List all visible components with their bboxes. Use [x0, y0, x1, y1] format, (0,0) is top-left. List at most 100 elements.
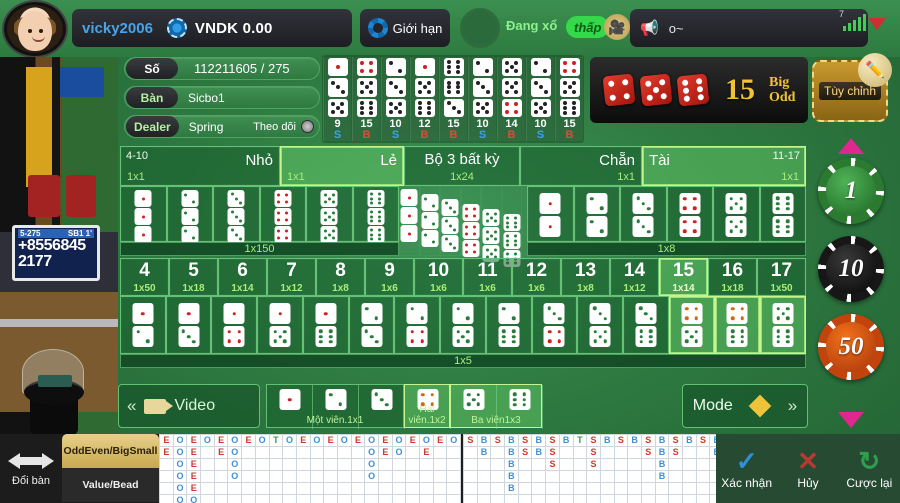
user-balance-pill[interactable]: vicky2006 VNDK 0.00	[72, 9, 352, 47]
bet-pair-2-6[interactable]	[485, 296, 532, 354]
single-dice-bet-groups[interactable]: Một viên.1x1 Hai viên.1x2 Ba viên1x3	[266, 384, 678, 429]
bet-pair-4-5[interactable]	[668, 296, 715, 354]
video-camera-icon	[144, 398, 174, 414]
history-column[interactable]: 14 B	[497, 57, 525, 141]
bet-total-15[interactable]: 15 1x14	[659, 258, 708, 296]
dice-history-strip[interactable]: 9 S 15 B 10 S 12 B 15 B 10 S 14 B 10 S 15 B	[322, 55, 584, 143]
limit-button[interactable]: Giới hạn	[360, 9, 450, 47]
bet-pair-3-5[interactable]	[577, 296, 624, 354]
bottom-bet-group-3[interactable]: Ba viên1x3	[450, 384, 543, 429]
video-prop-red-right	[66, 175, 96, 217]
avatar[interactable]	[4, 2, 66, 56]
bet-double-6[interactable]	[759, 186, 806, 242]
bet-total-5[interactable]: 5 1x18	[169, 258, 218, 296]
follow-dealer-toggle[interactable]: Theo dõi	[253, 120, 319, 133]
bottom-bet-group-1[interactable]: Một viên.1x1	[266, 384, 405, 429]
bet-cell-Nhỏ[interactable]: 4-10 Nhỏ 1x1	[120, 146, 280, 186]
total-number: 12	[525, 260, 548, 281]
bet-total-7[interactable]: 7 1x12	[267, 258, 316, 296]
bet-double-2[interactable]	[573, 186, 620, 242]
chip-50[interactable]: 50	[818, 314, 884, 380]
history-column[interactable]: 12 B	[410, 57, 438, 141]
bet-triple-5[interactable]	[306, 186, 353, 243]
roadmap-grid-oddeven[interactable]: EOEOEOEOTOEOEOEOEOEOEOEOEEOOEOEOEOOOEOOO…	[159, 434, 462, 503]
bet-double-5[interactable]	[713, 186, 760, 242]
history-column[interactable]: 10 S	[526, 57, 554, 141]
roadmap-cell	[432, 446, 448, 459]
bet-pair-3-6[interactable]	[623, 296, 669, 354]
roadmap-cell	[558, 446, 574, 459]
chip-1[interactable]: 1	[818, 158, 884, 224]
bet-total-14[interactable]: 14 1x12	[610, 258, 659, 296]
live-video-feed[interactable]: 5-275 SB1 1' +8556845 2177	[0, 57, 118, 435]
chip-rail[interactable]: 1 10 50	[806, 136, 896, 428]
chevron-down-icon[interactable]	[868, 18, 886, 30]
bet-total-10[interactable]: 10 1x6	[414, 258, 463, 296]
bet-triple-3[interactable]	[213, 186, 260, 243]
history-column[interactable]: 15 B	[555, 57, 583, 141]
roadmap-cell: E	[419, 446, 434, 459]
bet-pair-3-4[interactable]	[531, 296, 578, 354]
bet-cell-Lẻ[interactable]: Lẻ 1x1	[280, 146, 404, 186]
bet-cell-Tài[interactable]: 11-17 Tài 1x1	[642, 146, 806, 186]
history-column[interactable]: 15 B	[352, 57, 380, 141]
bet-triple-2[interactable]	[166, 186, 213, 243]
confirm-button[interactable]: ✓ Xác nhận	[716, 434, 777, 503]
history-column[interactable]: 10 S	[381, 57, 409, 141]
history-column[interactable]: 9S	[323, 57, 351, 141]
roadmap-cell	[627, 446, 642, 459]
chip-10[interactable]: 10	[818, 236, 884, 302]
bet-double-4[interactable]	[666, 186, 713, 242]
roadmap-tabs[interactable]: OddEven/BigSmall Value/Bead	[62, 434, 159, 503]
bet-total-6[interactable]: 6 1x14	[218, 258, 267, 296]
bet-triple-6[interactable]	[352, 186, 399, 243]
change-table-button[interactable]: Đổi bàn	[0, 434, 62, 503]
roadmap-cell	[668, 482, 683, 495]
history-column[interactable]: 10 S	[468, 57, 496, 141]
roadmap-cell: B	[504, 482, 519, 495]
bet-total-16[interactable]: 16 1x18	[708, 258, 757, 296]
cancel-button[interactable]: ✕ Hủy	[777, 434, 838, 503]
bottom-bet-group-2[interactable]: Hai viên.1x2	[404, 384, 451, 429]
betting-table[interactable]: 4-10 Nhỏ 1x1 Lẻ 1x1 Bộ 3 bất kỳ 1x24 Chẵn 1x1 11-…	[120, 146, 806, 382]
video-toggle-button[interactable]: « Video	[118, 384, 260, 428]
tab-value-bead[interactable]: Value/Bead	[62, 468, 159, 502]
bet-pair-1-3[interactable]	[165, 296, 212, 354]
bet-pair-5-6[interactable]	[760, 296, 806, 354]
bet-pair-2-3[interactable]	[348, 296, 395, 354]
chip-scroll-up-icon[interactable]	[838, 138, 864, 154]
die-face-1	[269, 303, 291, 324]
bet-total-9[interactable]: 9 1x6	[365, 258, 414, 296]
follow-radio-icon[interactable]	[301, 120, 314, 133]
bet-pair-2-4[interactable]	[394, 296, 441, 354]
bet-double-3[interactable]	[620, 186, 667, 242]
rebet-button[interactable]: ↻ Cược lại	[839, 434, 900, 503]
bet-total-12[interactable]: 12 1x6	[512, 258, 561, 296]
change-table-label: Đổi bàn	[12, 475, 50, 487]
bet-pair-1-6[interactable]	[302, 296, 349, 354]
bet-total-4[interactable]: 4 1x50	[120, 258, 169, 296]
bet-double-1[interactable]	[527, 186, 574, 242]
bet-pair-1-2[interactable]	[120, 296, 166, 354]
bet-cell-Chẵn[interactable]: Chẵn 1x1	[520, 146, 642, 186]
bet-total-11[interactable]: 11 1x6	[463, 258, 512, 296]
history-column[interactable]: 15 B	[439, 57, 467, 141]
camera-icon[interactable]: 🎥	[604, 14, 630, 40]
bet-pair-1-4[interactable]	[211, 296, 258, 354]
bet-total-8[interactable]: 8 1x8	[316, 258, 365, 296]
bet-pair-2-5[interactable]	[440, 296, 486, 354]
bet-triple-1[interactable]	[120, 186, 167, 243]
chat-pill[interactable]: 📢 o~	[630, 9, 868, 47]
limit-level-badge[interactable]: thấp	[566, 16, 610, 38]
bet-pair-4-6[interactable]	[714, 296, 761, 354]
die-face-5	[356, 78, 377, 97]
tab-oddeven-bigsmall[interactable]: OddEven/BigSmall	[62, 434, 159, 468]
mode-button[interactable]: Mode »	[682, 384, 808, 428]
bet-total-13[interactable]: 13 1x8	[561, 258, 610, 296]
bet-cell-Bộ 3 bất kỳ[interactable]: Bộ 3 bất kỳ 1x24	[404, 146, 520, 186]
bet-triple-4[interactable]	[259, 186, 306, 243]
chip-scroll-down-icon[interactable]	[838, 412, 864, 428]
pencil-icon[interactable]: ✏️	[858, 53, 892, 87]
bet-pair-1-5[interactable]	[257, 296, 303, 354]
bet-total-17[interactable]: 17 1x50	[757, 258, 806, 296]
